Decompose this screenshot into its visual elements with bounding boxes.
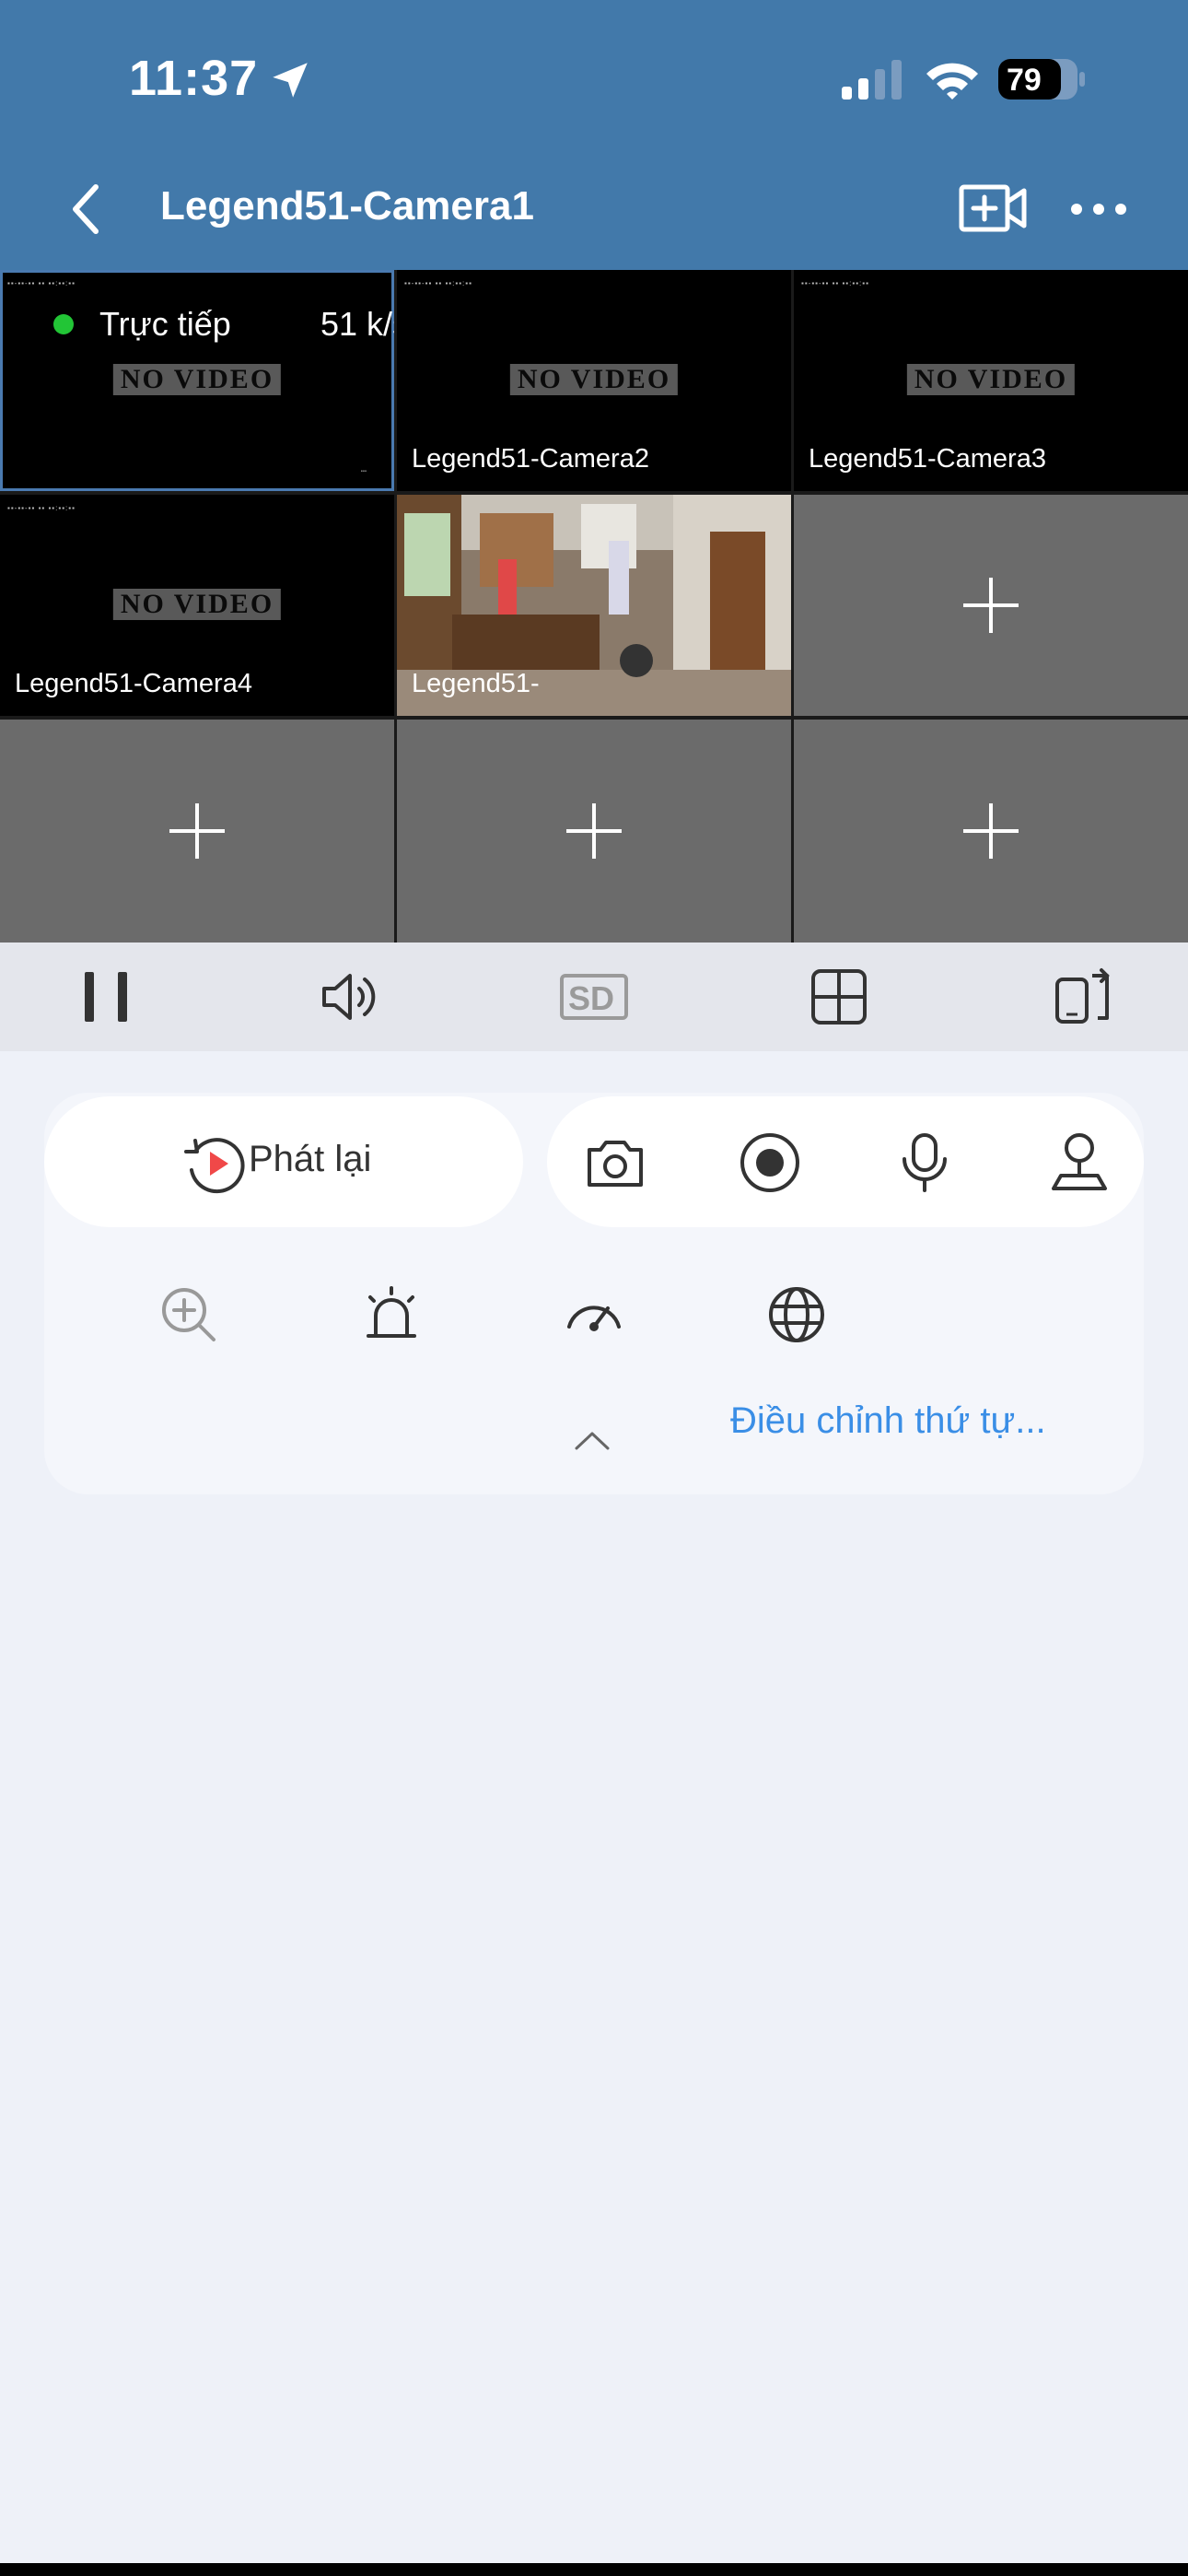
- add-camera-slot[interactable]: [0, 720, 394, 943]
- chevron-up-icon[interactable]: [569, 1426, 615, 1454]
- no-video-label: NO VIDEO: [509, 364, 679, 395]
- camera-cell-3[interactable]: ▪▪-▪▪-▪▪ ▪▪ ▪▪:▪▪:▪▪ NO VIDEO Legend51-C…: [794, 270, 1188, 491]
- status-bar: 11:37 79: [0, 0, 1188, 152]
- globe-icon[interactable]: [766, 1284, 827, 1345]
- zoom-in-icon[interactable]: [158, 1284, 219, 1345]
- no-video-label: NO VIDEO: [112, 364, 282, 395]
- pause-icon[interactable]: [76, 966, 136, 1027]
- record-icon[interactable]: [739, 1131, 801, 1194]
- bitrate-label: 51 k/s: [320, 305, 394, 343]
- grid-layout-icon[interactable]: [809, 966, 869, 1027]
- control-panel: Phát lại Điều chỉnh thứ tự...: [44, 1093, 1144, 1494]
- cellular-signal-icon: [842, 60, 902, 100]
- camera-cell-5[interactable]: Legend51-: [397, 495, 791, 716]
- more-dots-icon[interactable]: [1068, 189, 1129, 229]
- back-chevron-icon[interactable]: [63, 180, 114, 239]
- camera-label: Legend51-Camera3: [809, 444, 1046, 474]
- camera-label: Legend51-: [412, 669, 540, 698]
- osd-timestamp: ▪▪-▪▪-▪▪ ▪▪ ▪▪:▪▪:▪▪: [801, 279, 869, 287]
- add-camera-slot[interactable]: [794, 720, 1188, 943]
- camera-grid: ▪▪-▪▪-▪▪ ▪▪ ▪▪:▪▪:▪▪ NO VIDEO Trực tiếp …: [0, 270, 1188, 943]
- add-camera-slot[interactable]: [397, 720, 791, 943]
- quick-actions: [547, 1096, 1144, 1227]
- reorder-link[interactable]: Điều chỉnh thứ tự...: [730, 1400, 1046, 1442]
- camera-cell-1[interactable]: ▪▪-▪▪-▪▪ ▪▪ ▪▪:▪▪:▪▪ NO VIDEO Trực tiếp …: [0, 270, 394, 491]
- watermark: ▪▪▪: [360, 469, 367, 474]
- osd-timestamp: ▪▪-▪▪-▪▪ ▪▪ ▪▪:▪▪:▪▪: [404, 279, 472, 287]
- playback-icon: [184, 1138, 245, 1194]
- speaker-icon[interactable]: [319, 966, 379, 1027]
- nav-bar: Legend51-Camera1: [0, 152, 1188, 270]
- playback-label: Phát lại: [249, 1139, 372, 1179]
- plus-icon: [963, 578, 1019, 633]
- page-title: Legend51-Camera1: [160, 183, 534, 228]
- playback-button[interactable]: Phát lại: [44, 1096, 523, 1227]
- camera-label: Legend51-Camera4: [15, 669, 252, 698]
- alarm-siren-icon[interactable]: [361, 1284, 422, 1345]
- camera-label: Legend51-Camera2: [412, 444, 649, 474]
- sd-quality-label: SD: [568, 979, 615, 1017]
- camera-cell-2[interactable]: ▪▪-▪▪-▪▪ ▪▪ ▪▪:▪▪:▪▪ NO VIDEO Legend51-C…: [397, 270, 791, 491]
- battery-icon: 79: [997, 57, 1086, 101]
- osd-timestamp: ▪▪-▪▪-▪▪ ▪▪ ▪▪:▪▪:▪▪: [7, 504, 76, 512]
- no-video-label: NO VIDEO: [112, 589, 282, 620]
- camera-snapshot-icon[interactable]: [584, 1131, 646, 1194]
- location-arrow-icon: [273, 63, 308, 98]
- live-dot-icon: [53, 314, 74, 334]
- plus-icon: [169, 803, 225, 859]
- status-time: 11:37: [129, 51, 259, 106]
- rotate-screen-icon[interactable]: [1052, 966, 1112, 1027]
- sd-quality-icon[interactable]: SD: [560, 966, 628, 1027]
- home-indicator: [0, 2563, 1188, 2576]
- no-video-label: NO VIDEO: [906, 364, 1076, 395]
- plus-icon: [963, 803, 1019, 859]
- microphone-icon[interactable]: [893, 1131, 956, 1194]
- live-label: Trực tiếp: [99, 305, 231, 343]
- camera-cell-4[interactable]: ▪▪-▪▪-▪▪ ▪▪ ▪▪:▪▪:▪▪ NO VIDEO Legend51-C…: [0, 495, 394, 716]
- plus-icon: [566, 803, 622, 859]
- player-toolbar: SD: [0, 943, 1188, 1051]
- add-camera-icon[interactable]: [958, 180, 1028, 239]
- wifi-icon: [926, 63, 978, 100]
- osd-timestamp: ▪▪-▪▪-▪▪ ▪▪ ▪▪:▪▪:▪▪: [7, 279, 76, 287]
- add-camera-slot[interactable]: [794, 495, 1188, 716]
- battery-level: 79: [1007, 63, 1042, 98]
- ptz-joystick-icon[interactable]: [1048, 1131, 1111, 1194]
- speed-gauge-icon[interactable]: [564, 1284, 624, 1345]
